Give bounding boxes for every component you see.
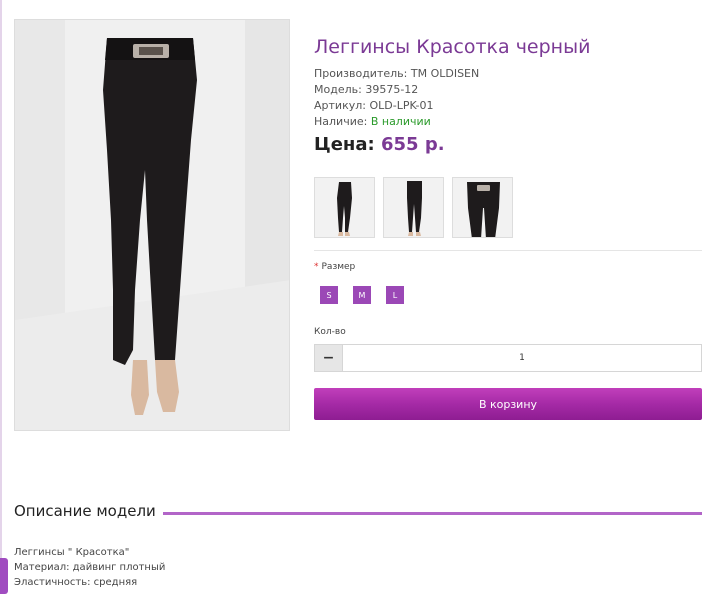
side-tab[interactable] (0, 558, 8, 594)
availability-status: В наличии (370, 115, 431, 128)
thumbnail-1-image (315, 178, 374, 237)
product-main-image[interactable] (14, 19, 290, 431)
description-line-2: Материал: дайвинг плотный (14, 562, 166, 573)
thumbnail-gallery (314, 177, 521, 238)
page-left-border (0, 0, 2, 594)
size-label-text: Размер (321, 262, 356, 272)
product-meta: Производитель: TM OLDISEN Модель: 39575-… (314, 66, 479, 130)
price-label: Цена: (314, 134, 375, 155)
quantity-input[interactable] (343, 344, 702, 372)
thumbnail-3[interactable] (452, 177, 513, 238)
quantity-stepper: − (314, 344, 702, 372)
product-title: Леггинсы Красотка черный (314, 36, 591, 58)
size-option-s[interactable]: S (320, 286, 338, 304)
add-to-cart-button[interactable]: В корзину (314, 388, 702, 420)
quantity-decrease-button[interactable]: − (314, 344, 343, 372)
sku-value: OLD-LPK-01 (369, 99, 434, 112)
options-divider (314, 250, 702, 251)
model-label: Модель: (314, 83, 362, 96)
availability-row: Наличие: В наличии (314, 114, 479, 130)
description-heading-line (163, 512, 702, 515)
price-row: Цена: 655 р. (314, 134, 445, 155)
size-option-l[interactable]: L (386, 286, 404, 304)
price-value: 655 р. (380, 134, 445, 155)
model-row: Модель: 39575-12 (314, 82, 479, 98)
model-value: 39575-12 (365, 83, 419, 96)
quantity-label: Кол-во (314, 327, 346, 337)
availability-label: Наличие: (314, 115, 368, 128)
thumbnail-2-image (384, 178, 443, 237)
sku-row: Артикул: OLD-LPK-01 (314, 98, 479, 114)
description-text: Леггинсы " Красотка" Материал: дайвинг п… (14, 545, 165, 590)
size-option-m[interactable]: M (353, 286, 371, 304)
product-photo-illustration (15, 20, 289, 430)
size-label: * Размер (314, 262, 355, 272)
manufacturer-row: Производитель: TM OLDISEN (314, 66, 479, 82)
description-heading: Описание модели (14, 502, 156, 520)
thumbnail-3-image (453, 178, 512, 237)
manufacturer-link[interactable]: TM OLDISEN (411, 67, 479, 80)
size-options: S M L (320, 286, 419, 304)
thumbnail-2[interactable] (383, 177, 444, 238)
sku-label: Артикул: (314, 99, 366, 112)
manufacturer-label: Производитель: (314, 67, 408, 80)
description-line-3: Эластичность: средняя (14, 577, 138, 588)
required-mark: * (314, 262, 319, 272)
thumbnail-1[interactable] (314, 177, 375, 238)
description-line-1: Леггинсы " Красотка" (14, 547, 130, 558)
